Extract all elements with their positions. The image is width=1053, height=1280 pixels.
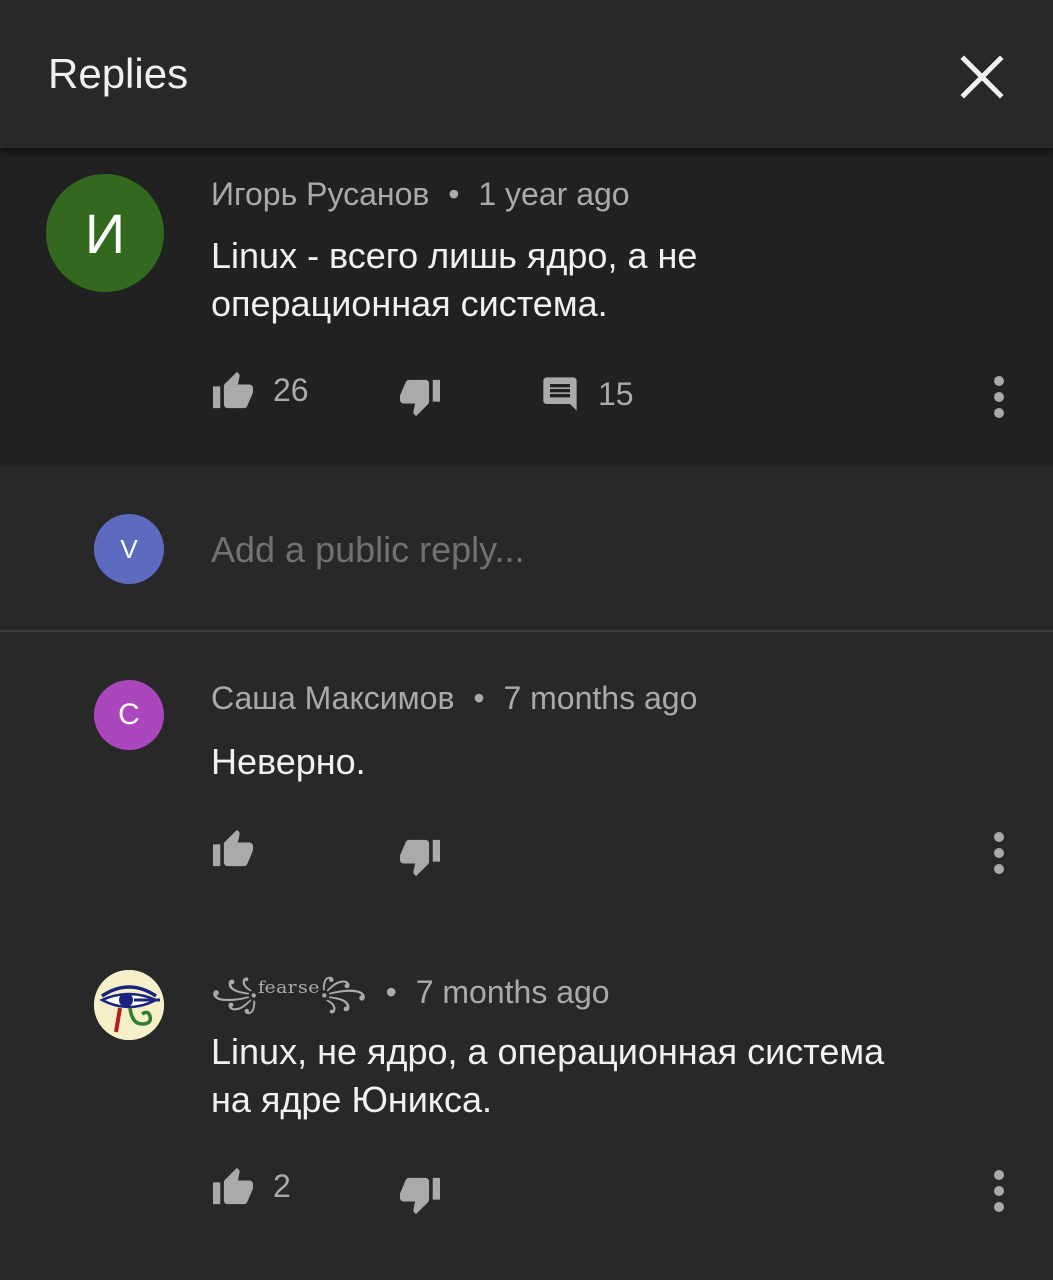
avatar-letter: И [84, 201, 126, 265]
like-button[interactable]: 2 [211, 1166, 291, 1206]
more-vert-icon [994, 1170, 1004, 1212]
like-count: 2 [273, 1167, 291, 1204]
thumbs-down-icon [400, 839, 440, 877]
current-user-avatar[interactable]: V [94, 514, 164, 584]
reply-text: Linux, не ядро, а операционная система н… [211, 1028, 1011, 1124]
reply-input[interactable] [211, 528, 991, 572]
author-name[interactable]: Игорь Русанов [211, 176, 429, 212]
comment-time: 7 months ago [415, 974, 610, 1010]
reply-meta: Саша Максимов • 7 months ago [211, 680, 697, 717]
thumbs-up-icon [213, 1167, 253, 1205]
comment-text-line: на ядре Юникса. [211, 1079, 492, 1120]
reply-count-button[interactable]: 15 [540, 374, 634, 414]
more-vert-icon [994, 376, 1004, 418]
like-count: 26 [273, 371, 309, 408]
reply-avatar[interactable] [94, 970, 164, 1040]
reply-more-button[interactable] [984, 828, 1014, 878]
close-icon [960, 55, 1004, 99]
dislike-button[interactable] [398, 838, 442, 878]
reply-more-button[interactable] [984, 1166, 1014, 1216]
header-title: Replies [48, 50, 189, 97]
comment-icon [543, 377, 577, 411]
avatar-letter: V [120, 533, 138, 564]
thumbs-up-icon [213, 371, 253, 409]
dislike-button[interactable] [398, 1176, 442, 1216]
reply-count: 15 [598, 375, 634, 412]
comment-text-line: операционная система. [211, 283, 608, 324]
author-name[interactable]: ꧁ᶠᵉᵃʳˢᵉ꧂ [211, 976, 367, 1011]
thumbs-down-icon [400, 1177, 440, 1215]
parent-comment-text: Linux - всего лишь ядро, а не операционн… [211, 232, 1011, 328]
parent-comment-avatar[interactable]: И [46, 174, 164, 292]
comment-text-line: Неверно. [211, 741, 366, 782]
meta-separator: • [385, 974, 397, 1010]
thumbs-up-icon [213, 829, 253, 867]
like-button[interactable]: 26 [211, 370, 309, 410]
dislike-button[interactable] [398, 378, 442, 418]
meta-separator: • [448, 176, 460, 212]
comment-text-line: Linux - всего лишь ядро, а не [211, 235, 698, 276]
parent-comment-more-button[interactable] [984, 372, 1014, 422]
comment-text-line: Linux, не ядро, а операционная система [211, 1031, 885, 1072]
replies-header: Replies [0, 0, 1053, 148]
reply-avatar[interactable]: С [94, 680, 164, 750]
more-vert-icon [994, 832, 1004, 874]
reply-meta: ꧁ᶠᵉᵃʳˢᵉ꧂ • 7 months ago [211, 970, 610, 1031]
close-button[interactable] [955, 50, 1009, 104]
comment-time: 7 months ago [503, 680, 698, 716]
eye-of-horus-avatar [94, 970, 164, 1040]
avatar-letter: С [118, 698, 140, 731]
parent-comment-meta: Игорь Русанов • 1 year ago [211, 176, 630, 213]
comment-time: 1 year ago [478, 176, 630, 212]
thumbs-down-icon [400, 379, 440, 417]
like-button[interactable] [211, 828, 273, 868]
meta-separator: • [473, 680, 485, 716]
author-name[interactable]: Саша Максимов [211, 680, 454, 716]
reply-text: Неверно. [211, 738, 1011, 786]
